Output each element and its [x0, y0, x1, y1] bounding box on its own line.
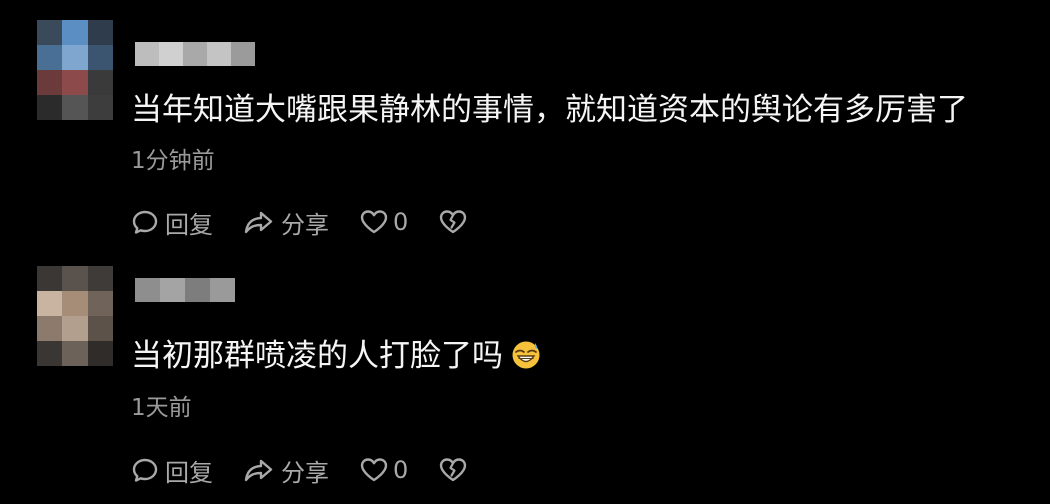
- share-button[interactable]: 分享: [243, 205, 329, 240]
- broken-heart-icon: [438, 456, 468, 484]
- comment-text-content: 当初那群喷凌的人打脸了吗: [131, 338, 503, 374]
- reply-button[interactable]: 回复: [131, 205, 213, 240]
- like-count: 0: [393, 456, 409, 484]
- username-pixelated[interactable]: [135, 278, 235, 302]
- heart-icon: [359, 456, 389, 484]
- like-button[interactable]: 0: [359, 456, 408, 484]
- share-label: 分享: [281, 210, 329, 239]
- share-arrow-icon: [243, 456, 275, 484]
- avatar[interactable]: [37, 266, 113, 366]
- comment-timestamp: 1分钟前: [131, 148, 215, 174]
- dislike-button[interactable]: [438, 208, 468, 236]
- comment-bubble-icon: [131, 208, 159, 236]
- heart-icon: [359, 208, 389, 236]
- share-label: 分享: [281, 458, 329, 487]
- comment-item: 当初那群喷凌的人打脸了吗 1天前 回复 分享 0: [0, 258, 1050, 504]
- avatar[interactable]: [37, 20, 113, 120]
- reply-button[interactable]: 回复: [131, 453, 213, 488]
- comment-bubble-icon: [131, 456, 159, 484]
- reply-label: 回复: [165, 458, 213, 487]
- share-arrow-icon: [243, 208, 275, 236]
- reply-label: 回复: [165, 210, 213, 239]
- comment-actions: 回复 分享 0: [131, 204, 498, 240]
- dislike-button[interactable]: [438, 456, 468, 484]
- share-button[interactable]: 分享: [243, 453, 329, 488]
- comment-text: 当年知道大嘴跟果静林的事情，就知道资本的舆论有多厉害了: [131, 92, 968, 128]
- like-count: 0: [393, 208, 409, 236]
- username-pixelated[interactable]: [135, 42, 255, 66]
- comment-text: 当初那群喷凌的人打脸了吗: [131, 336, 541, 376]
- comment-item: 当年知道大嘴跟果静林的事情，就知道资本的舆论有多厉害了 1分钟前 回复 分享 0: [0, 0, 1050, 250]
- grinning-sweat-emoji-icon: [511, 340, 541, 370]
- broken-heart-icon: [438, 208, 468, 236]
- like-button[interactable]: 0: [359, 208, 408, 236]
- comment-actions: 回复 分享 0: [131, 452, 498, 488]
- comment-timestamp: 1天前: [131, 395, 192, 421]
